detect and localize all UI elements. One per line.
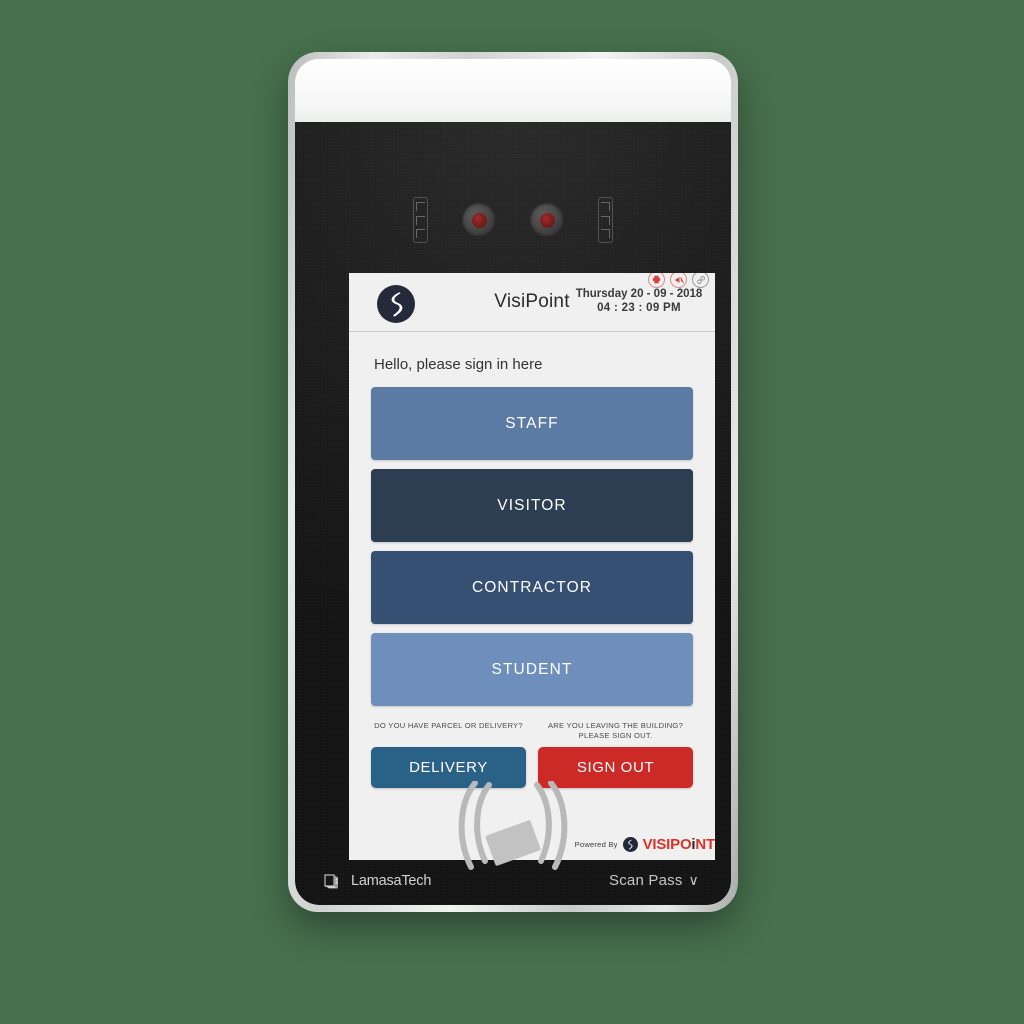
scan-zone[interactable]: LamasaTech Scan Pass ∨ [295,781,731,905]
secondary-action-area: DO YOU HAVE PARCEL OR DELIVERY? DELIVERY… [371,721,693,788]
visitor-button[interactable]: VISITOR [371,469,693,542]
sensor-bar [295,190,731,250]
ir-led-array-right [598,197,613,243]
contractor-button[interactable]: CONTRACTOR [371,551,693,624]
ir-camera-lens-right [530,203,564,237]
delivery-action-column: DO YOU HAVE PARCEL OR DELIVERY? DELIVERY [371,721,526,788]
staff-button-label: STAFF [505,414,559,432]
staff-button[interactable]: STAFF [371,387,693,460]
delivery-prompt: DO YOU HAVE PARCEL OR DELIVERY? [374,721,523,730]
current-time: 04 : 23 : 09 PM [597,302,681,314]
datetime-display: Thursday 20 - 09 - 2018 04 : 23 : 09 PM [569,287,709,316]
lamasatech-logo: LamasaTech [323,872,431,889]
signout-action-column: ARE YOU LEAVING THE BUILDING? PLEASE SIG… [538,721,693,788]
student-button-label: STUDENT [491,660,573,678]
ir-camera-lens-left [462,203,496,237]
visitor-button-label: VISITOR [497,496,567,514]
kiosk-screen: VisiPoint Thursday 20 - 09 - 2018 04: 2… [349,273,715,860]
chevron-down-icon: ∨ [688,872,699,888]
device-face-panel: VisiPoint Thursday 20 - 09 - 2018 04: 2… [295,122,731,905]
contractor-button-label: CONTRACTOR [471,578,593,596]
nfc-scan-icon [458,781,568,870]
ir-led-array-left [413,197,428,243]
sign-out-button-label: SIGN OUT [576,759,655,776]
link-icon[interactable] [692,273,709,288]
role-button-group: STAFF VISITOR CONTRACTOR STUDENT [371,387,693,706]
app-header: VisiPoint Thursday 20 - 09 - 2018 04: 2… [349,273,715,332]
scan-pass-label: Scan Pass [609,872,683,889]
kiosk-device: VisiPoint Thursday 20 - 09 - 2018 04: 2… [288,52,738,912]
delivery-button-label: DELIVERY [409,759,488,776]
current-date: Thursday 20 - 09 - 2018 [575,288,703,300]
device-top-panel [295,59,731,122]
lamasatech-label: LamasaTech [351,872,432,889]
device-body: VisiPoint Thursday 20 - 09 - 2018 04: 2… [295,59,731,905]
status-icon-group [648,273,709,288]
greeting-text: Hello, please sign in here [374,356,543,373]
signout-prompt: ARE YOU LEAVING THE BUILDING? PLEASE SIG… [547,721,684,740]
printer-icon[interactable] [648,273,665,288]
student-button[interactable]: STUDENT [371,633,693,706]
sound-muted-icon[interactable] [670,273,687,288]
scan-pass-control[interactable]: Scan Pass ∨ [609,872,699,889]
